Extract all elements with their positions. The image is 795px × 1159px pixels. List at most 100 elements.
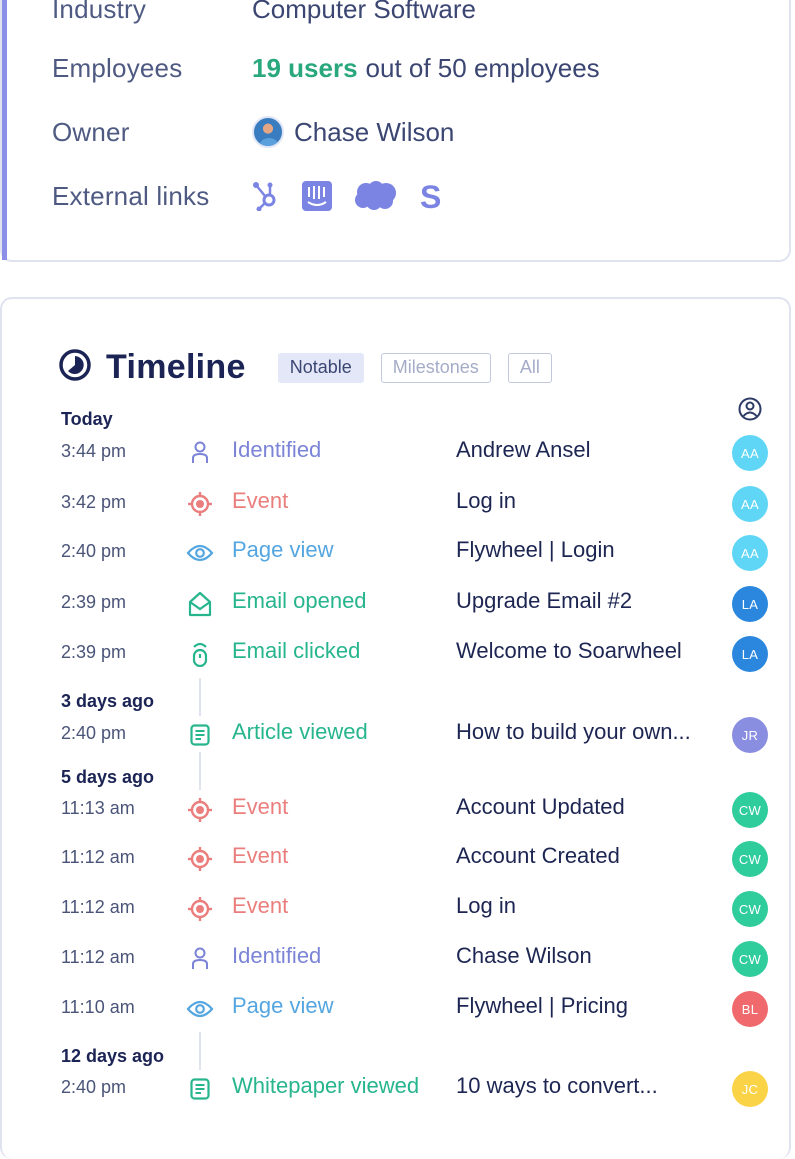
employees-label: Employees [52, 52, 183, 83]
target-icon [186, 846, 214, 872]
event-time: 11:12 am [61, 947, 135, 967]
owner-label: Owner [52, 116, 130, 147]
person-icon [186, 946, 214, 972]
event-time: 2:40 pm [61, 723, 127, 743]
timeline-event-row[interactable]: 2:39 pm Email opened Upgrade Email #2 LA [0, 586, 791, 622]
user-avatar[interactable]: CW [732, 891, 768, 927]
timeline-event-row[interactable]: 2:40 pm Whitepaper viewed 10 ways to conve… [0, 1071, 791, 1107]
timeline-event-row[interactable]: 2:40 pm Article viewed How to build your o… [0, 717, 791, 753]
timeline-event-row[interactable]: 11:10 am Page view Flywheel | Pricing BL [0, 991, 791, 1027]
user-avatar[interactable]: CW [732, 941, 768, 977]
intercom-icon[interactable] [302, 181, 332, 211]
event-description[interactable]: How to build your own... [456, 719, 691, 745]
event-type: Whitepaper viewed [232, 1073, 420, 1098]
timeline-title: Timeline [106, 348, 246, 386]
filter-milestones[interactable]: Milestones [380, 352, 491, 383]
owner-name[interactable]: Chase Wilson [294, 117, 454, 148]
industry-row: Industry Computer Software [52, 0, 476, 26]
event-time: 2:40 pm [61, 1077, 127, 1097]
filter-all[interactable]: All [507, 352, 552, 383]
event-type: Event [232, 794, 289, 819]
timeline-event-row[interactable]: 2:40 pm Page view Flywheel | Login AA [0, 535, 791, 571]
employees-total: out of 50 employees [365, 52, 600, 83]
event-time: 2:39 pm [61, 642, 127, 662]
event-type: Identified [232, 437, 322, 462]
salesforce-icon[interactable] [354, 181, 398, 211]
user-avatar[interactable]: AA [732, 535, 768, 571]
target-icon [186, 896, 214, 922]
external-links-label: External links [52, 180, 210, 211]
timeline-event-row[interactable]: 3:42 pm Event Log in AA [0, 486, 791, 522]
hubspot-icon[interactable] [252, 181, 280, 211]
industry-value: Computer Software [252, 0, 476, 24]
mouse-click-icon [186, 641, 214, 667]
event-time: 2:40 pm [61, 541, 127, 561]
users-count[interactable]: 19 users [252, 53, 358, 84]
timeline-connector [199, 752, 201, 790]
user-avatar[interactable]: AA [732, 435, 768, 471]
user-avatar[interactable]: CW [732, 792, 768, 828]
timeline-event-row[interactable]: 3:44 pm Identified Andrew Ansel AA [0, 435, 791, 471]
event-type: Identified [232, 943, 322, 968]
timeline-event-row[interactable]: 11:12 am Identified Chase Wilson CW [0, 941, 791, 977]
eye-icon [186, 540, 214, 566]
event-time: 11:13 am [61, 798, 135, 818]
user-avatar[interactable]: BL [732, 991, 768, 1027]
event-description[interactable]: Log in [456, 488, 516, 514]
target-icon [186, 491, 214, 517]
stripe-icon[interactable]: S [420, 181, 442, 211]
timeline-event-row[interactable]: 11:12 am Event Log in CW [0, 891, 791, 927]
event-type: Event [232, 488, 289, 513]
timeline-group-label: 5 days ago [61, 767, 155, 787]
event-description[interactable]: Log in [456, 893, 516, 919]
event-description[interactable]: Upgrade Email #2 [456, 588, 632, 614]
user-avatar[interactable]: JC [732, 1071, 768, 1107]
event-description[interactable]: 10 ways to convert... [456, 1073, 658, 1099]
event-type: Article viewed [232, 719, 368, 744]
event-type: Email opened [232, 588, 367, 613]
user-circle-icon[interactable] [737, 396, 763, 427]
user-avatar[interactable]: CW [732, 841, 768, 877]
timeline-connector [199, 678, 201, 716]
timeline-group-label: Today [61, 409, 113, 429]
employees-row: Employees 19 users out of 50 employees [52, 51, 600, 85]
svg-text:S: S [420, 181, 441, 211]
owner-avatar [252, 116, 284, 148]
event-description[interactable]: Welcome to Soarwheel [456, 638, 682, 664]
document-icon [186, 722, 214, 748]
event-time: 3:42 pm [61, 492, 127, 512]
eye-icon [186, 996, 214, 1022]
user-avatar[interactable]: LA [732, 586, 768, 622]
event-description[interactable]: Chase Wilson [456, 943, 592, 969]
user-avatar[interactable]: JR [732, 717, 768, 753]
event-type: Event [232, 893, 289, 918]
industry-label: Industry [52, 0, 147, 24]
user-avatar[interactable]: AA [732, 486, 768, 522]
event-type: Email clicked [232, 638, 361, 663]
owner-value[interactable]: Chase Wilson [252, 116, 454, 148]
event-description[interactable]: Account Updated [456, 794, 625, 820]
timeline-event-row[interactable]: 2:39 pm Email clicked Welcome to Soarwheel… [0, 636, 791, 672]
external-links: S [252, 181, 442, 211]
document-icon [186, 1076, 214, 1102]
event-description[interactable]: Andrew Ansel [456, 437, 591, 463]
event-time: 11:12 am [61, 897, 135, 917]
timeline-header: Timeline Notable Milestones All [58, 348, 569, 387]
external-links-row: External links S [52, 179, 442, 213]
filter-notable[interactable]: Notable [277, 352, 364, 383]
event-type: Page view [232, 537, 334, 562]
target-icon [186, 797, 214, 823]
timeline-clock-icon [58, 348, 92, 387]
event-time: 2:39 pm [61, 592, 127, 612]
timeline-event-row[interactable]: 11:12 am Event Account Created CW [0, 841, 791, 877]
event-description[interactable]: Flywheel | Login [456, 537, 615, 563]
event-time: 3:44 pm [61, 441, 127, 461]
user-avatar[interactable]: LA [732, 636, 768, 672]
envelope-open-icon [186, 591, 214, 617]
event-description[interactable]: Flywheel | Pricing [456, 993, 628, 1019]
timeline-event-row[interactable]: 11:13 am Event Account Updated CW [0, 792, 791, 828]
timeline-group-label: 12 days ago [61, 1046, 165, 1066]
person-icon [186, 440, 214, 466]
event-description[interactable]: Account Created [456, 843, 620, 869]
employees-value: 19 users out of 50 employees [252, 53, 600, 84]
